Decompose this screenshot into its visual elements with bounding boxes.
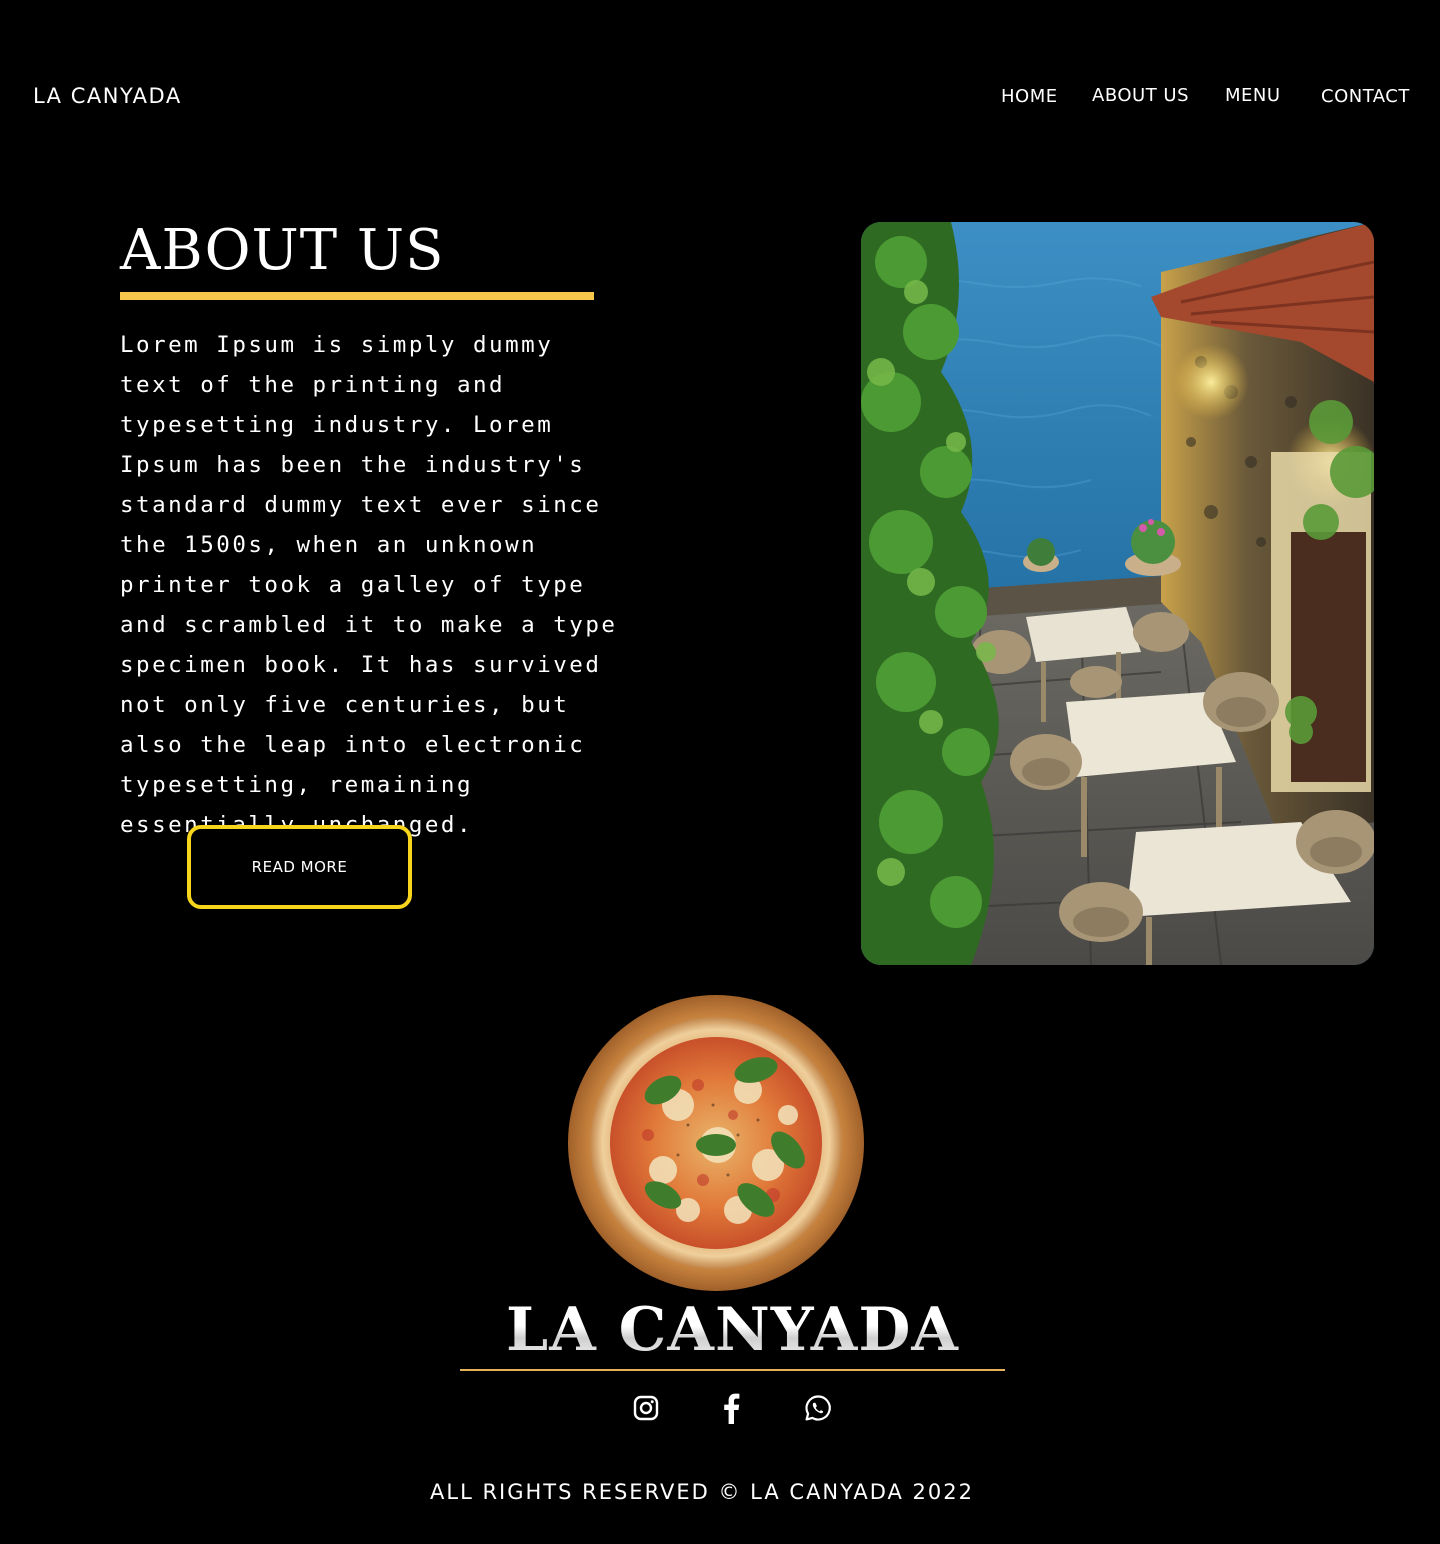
- read-more-label: READ MORE: [251, 858, 348, 876]
- pizza-image: [568, 995, 864, 1291]
- copyright-text: ALL RIGHTS RESERVED © LA CANYADA 2022: [430, 1480, 974, 1504]
- about-title: ABOUT US: [120, 218, 445, 283]
- footer-brand: LA CANYADA: [460, 1290, 1005, 1370]
- read-more-button[interactable]: READ MORE: [187, 825, 412, 909]
- site-logo[interactable]: LA CANYADA: [33, 84, 182, 108]
- nav-about-us[interactable]: ABOUT US: [1092, 85, 1189, 106]
- nav-home[interactable]: HOME: [1001, 86, 1058, 107]
- nav-contact[interactable]: CONTACT: [1321, 86, 1410, 107]
- footer-divider: [460, 1369, 1005, 1371]
- about-title-underline: [120, 292, 594, 300]
- instagram-icon[interactable]: [628, 1390, 664, 1426]
- facebook-icon[interactable]: [713, 1390, 749, 1426]
- whatsapp-icon[interactable]: [800, 1390, 836, 1426]
- about-body-text: Lorem Ipsum is simply dummy text of the …: [120, 332, 618, 838]
- nav-menu[interactable]: MENU: [1225, 85, 1281, 106]
- restaurant-terrace-image: [861, 222, 1374, 965]
